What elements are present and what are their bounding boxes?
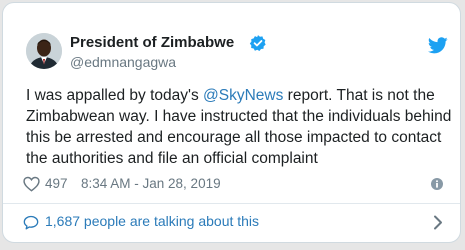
mention-link[interactable]: @SkyNews xyxy=(203,87,283,104)
tweet-text-before-mention: I was appalled by today's xyxy=(26,87,204,104)
like-count[interactable]: 497 xyxy=(45,176,68,191)
author-name[interactable]: President of Zimbabwe xyxy=(70,34,234,51)
tweet-text: I was appalled by today's @SkyNews repor… xyxy=(26,85,456,169)
tweet-card: President of Zimbabwe @edmnangagwa I was… xyxy=(2,2,461,243)
avatar[interactable] xyxy=(26,33,62,69)
twitter-bird-icon[interactable] xyxy=(428,37,448,54)
info-icon[interactable] xyxy=(431,178,443,190)
tweet-meta: 497 8:34 AM - Jan 28, 2019 xyxy=(23,175,448,195)
reply-bubble-icon xyxy=(23,215,39,230)
author-handle[interactable]: @edmnangagwa xyxy=(70,54,176,70)
tweet-timestamp[interactable]: 8:34 AM - Jan 28, 2019 xyxy=(81,176,221,191)
avatar-photo xyxy=(26,33,62,69)
verified-badge-icon xyxy=(249,35,266,51)
conversation-link[interactable]: 1,687 people are talking about this xyxy=(3,204,460,242)
chevron-right-icon xyxy=(434,215,442,230)
conversation-label[interactable]: 1,687 people are talking about this xyxy=(45,213,259,229)
heart-icon[interactable] xyxy=(23,176,40,192)
